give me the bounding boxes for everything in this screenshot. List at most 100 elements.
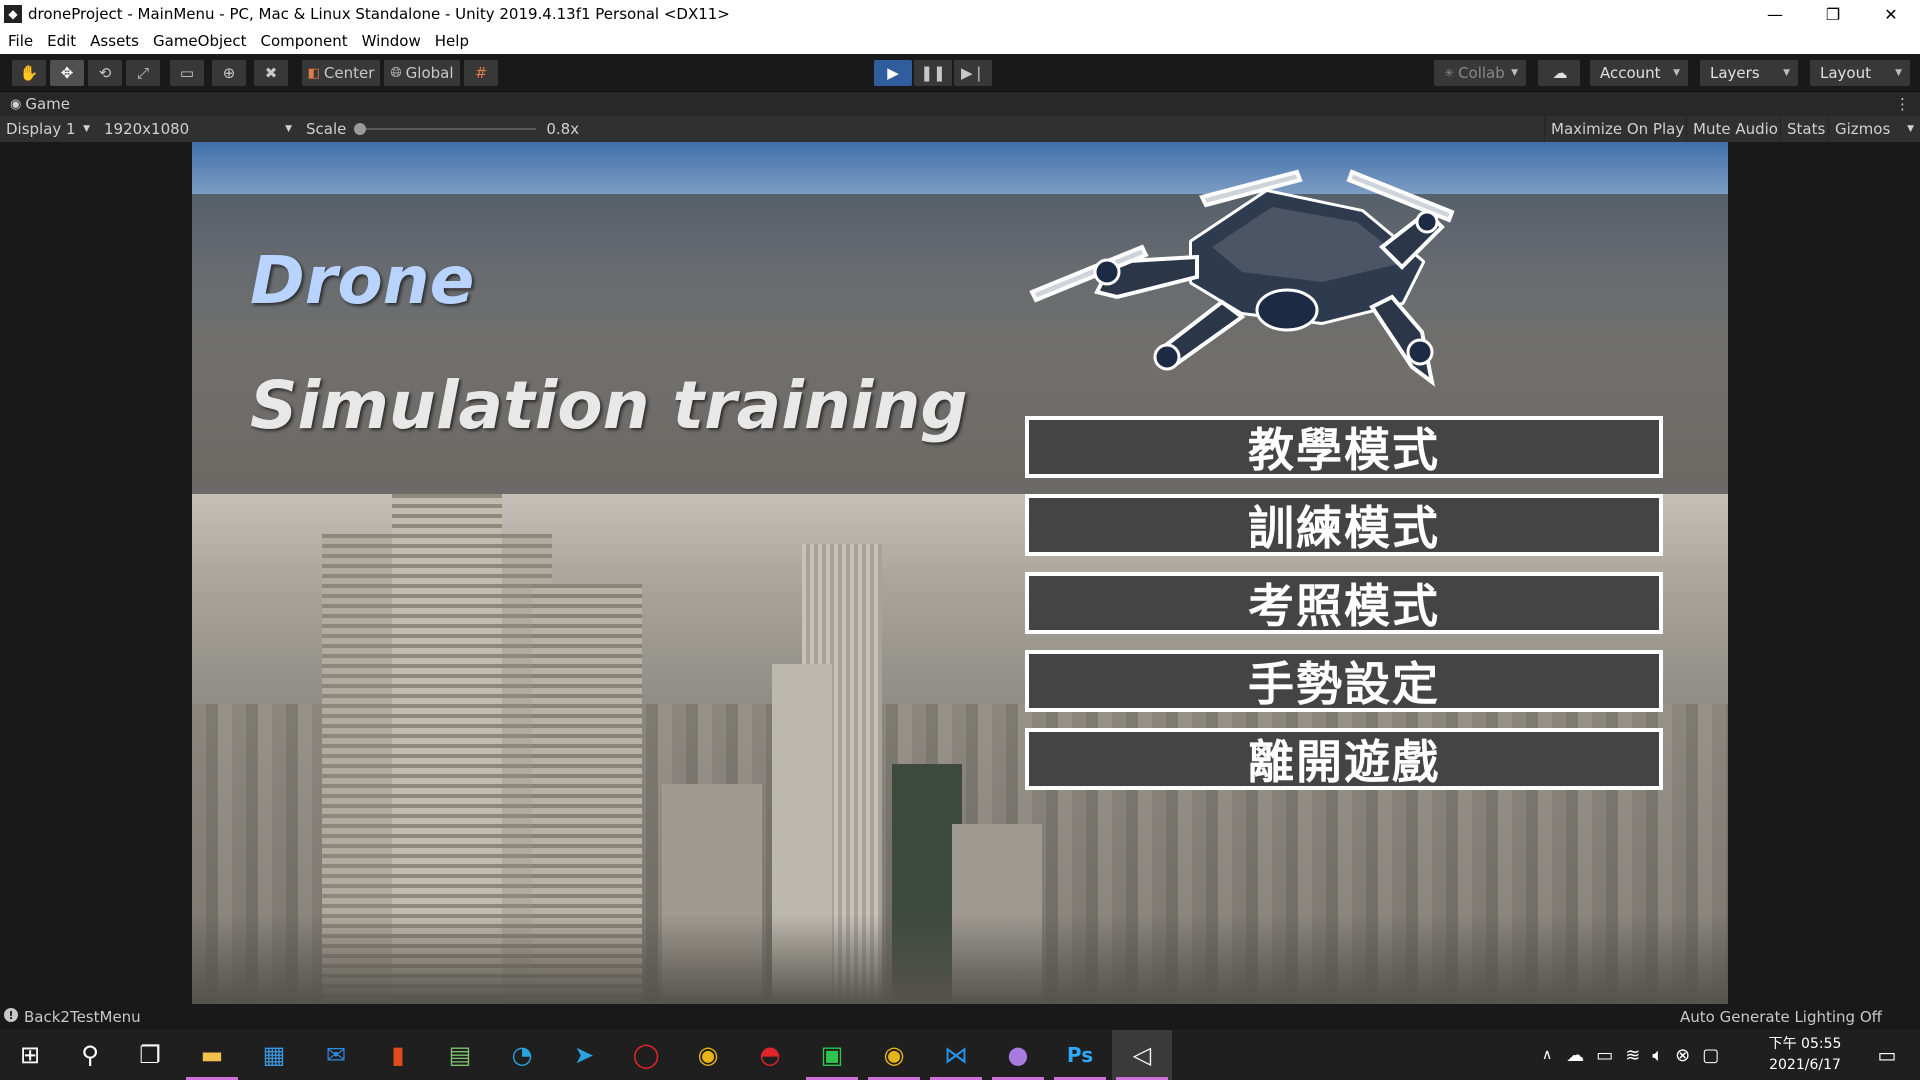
game-canvas: Drone Simulation training 教學模式 訓練模式 考照模式 <box>192 142 1728 1004</box>
menu-file[interactable]: File <box>0 32 39 50</box>
scale-slider[interactable]: Scale 0.8x <box>300 116 600 142</box>
collab-icon: ✳ <box>1444 66 1455 80</box>
chevron-down-icon: ▼ <box>1907 124 1914 134</box>
close-button[interactable]: ✕ <box>1862 0 1920 28</box>
chevron-down-icon: ▼ <box>1511 68 1518 78</box>
stats-toggle[interactable]: Stats <box>1780 116 1831 142</box>
stats-label: Stats <box>1787 120 1826 138</box>
collab-dropdown[interactable]: ✳ Collab ▼ <box>1434 60 1526 86</box>
notepad-icon[interactable]: ▤ <box>430 1030 490 1080</box>
office-icon[interactable]: ▮ <box>368 1030 428 1080</box>
chevron-down-icon: ▼ <box>83 124 90 134</box>
scale-handle[interactable] <box>354 123 367 135</box>
display-dropdown[interactable]: Display 1 ▼ <box>0 116 96 142</box>
grid-snap-icon[interactable]: # <box>464 60 498 86</box>
rect-tool-icon[interactable]: ▭ <box>170 60 204 86</box>
mute-audio-label: Mute Audio <box>1693 120 1778 138</box>
exit-game-button[interactable]: 離開遊戲 <box>1025 728 1663 790</box>
status-bar: ! Back2TestMenu Auto Generate Lighting O… <box>0 1004 1920 1030</box>
volume-icon[interactable]: 🔈︎ <box>1652 1045 1663 1066</box>
notes-icon[interactable]: ▢ <box>1702 1045 1719 1066</box>
layers-dropdown[interactable]: Layers ▼ <box>1700 60 1798 86</box>
menu-component[interactable]: Component <box>253 32 354 50</box>
github-icon[interactable]: ● <box>988 1030 1048 1080</box>
photoshop-icon[interactable]: Ps <box>1050 1030 1110 1080</box>
chevron-up-icon[interactable]: ∧ <box>1542 1047 1552 1063</box>
tab-game[interactable]: Game <box>25 95 70 113</box>
custom-tool-icon[interactable]: ✖ <box>254 60 288 86</box>
store-icon[interactable]: ▦ <box>244 1030 304 1080</box>
game-title-drone: Drone <box>250 242 475 319</box>
windows-start-icon[interactable]: ⊞ <box>0 1030 60 1080</box>
layout-dropdown[interactable]: Layout ▼ <box>1810 60 1910 86</box>
chevron-down-icon: ▼ <box>1895 68 1902 78</box>
move-tool-icon[interactable]: ✥ <box>50 60 84 86</box>
maximize-button[interactable]: ❐ <box>1804 0 1862 28</box>
account-label: Account <box>1600 64 1661 82</box>
hand-tool-icon[interactable]: ✋ <box>12 60 46 86</box>
clock[interactable]: 下午 05:55 2021/6/17 <box>1760 1034 1850 1076</box>
space-label: Global <box>405 64 454 82</box>
search-icon[interactable]: ⚲ <box>60 1030 120 1080</box>
chrome-icon[interactable]: ◉ <box>678 1030 738 1080</box>
vscode-icon[interactable]: ⋈ <box>926 1030 986 1080</box>
menu-edit[interactable]: Edit <box>39 32 82 50</box>
menu-assets[interactable]: Assets <box>82 32 145 50</box>
pause-button[interactable]: ❚❚ <box>914 60 952 86</box>
chevron-down-icon: ▼ <box>285 124 292 134</box>
opera-icon[interactable]: ◯ <box>616 1030 676 1080</box>
cloud-button[interactable]: ☁ <box>1538 60 1580 86</box>
teaching-mode-button[interactable]: 教學模式 <box>1025 416 1663 478</box>
scale-label: Scale <box>306 120 347 138</box>
unity-logo-icon: ◆ <box>4 5 22 23</box>
transform-tool-icon[interactable]: ⊕ <box>212 60 246 86</box>
onedrive-icon[interactable]: ☁ <box>1566 1045 1584 1066</box>
battery-icon[interactable]: ▭ <box>1596 1045 1613 1066</box>
game-tab-row: ◉ Game ⋮ <box>0 92 1920 116</box>
space-global-button[interactable]: 🌐︎ Global <box>384 60 460 86</box>
garena-icon[interactable]: ◓ <box>740 1030 800 1080</box>
wifi-icon[interactable]: ≋ <box>1625 1045 1640 1066</box>
tray-icons: ∧ ☁ ▭ ≋ 🔈︎ ⊗ ▢ <box>1542 1030 1731 1080</box>
game-controller-icon: ◉ <box>10 96 22 112</box>
scale-tool-icon[interactable]: ⤢ <box>126 60 160 86</box>
training-mode-button[interactable]: 訓練模式 <box>1025 494 1663 556</box>
unity-icon[interactable]: ◁ <box>1112 1030 1172 1080</box>
task-view-icon[interactable]: ❐ <box>120 1030 180 1080</box>
gizmos-label: Gizmos <box>1835 120 1891 138</box>
game-title-simulation: Simulation training <box>250 367 968 444</box>
pivot-icon: ◧ <box>307 65 320 81</box>
notification-icon[interactable]: ▭ <box>1862 1030 1912 1080</box>
maximize-on-play-label: Maximize On Play <box>1551 120 1685 138</box>
account-dropdown[interactable]: Account ▼ <box>1590 60 1688 86</box>
chevron-down-icon: ▼ <box>1783 68 1790 78</box>
menu-gameobject[interactable]: GameObject <box>145 32 253 50</box>
step-button[interactable]: ▶❘ <box>954 60 992 86</box>
menu-bar: File Edit Assets GameObject Component Wi… <box>0 28 1920 54</box>
minimize-button[interactable]: — <box>1746 0 1804 28</box>
menu-help[interactable]: Help <box>427 32 475 50</box>
resolution-dropdown[interactable]: 1920x1080 ▼ <box>98 116 298 142</box>
chrome-alt-icon[interactable]: ◉ <box>864 1030 924 1080</box>
mail-icon[interactable]: ✉ <box>306 1030 366 1080</box>
maximize-on-play-toggle[interactable]: Maximize On Play <box>1544 116 1690 142</box>
line-icon[interactable]: ▣ <box>802 1030 862 1080</box>
file-explorer-icon[interactable]: ▬ <box>182 1030 242 1080</box>
window-title: droneProject - MainMenu - PC, Mac & Linu… <box>28 5 730 23</box>
menu-window[interactable]: Window <box>354 32 427 50</box>
layout-label: Layout <box>1820 64 1871 82</box>
status-message[interactable]: Back2TestMenu <box>24 1008 141 1026</box>
network-off-icon[interactable]: ⊗ <box>1675 1045 1690 1066</box>
license-exam-mode-button[interactable]: 考照模式 <box>1025 572 1663 634</box>
telegram-icon[interactable]: ➤ <box>554 1030 614 1080</box>
pivot-center-button[interactable]: ◧ Center <box>302 60 380 86</box>
gizmos-dropdown[interactable]: Gizmos ▼ <box>1828 116 1920 142</box>
scale-track[interactable] <box>354 123 537 135</box>
edge-icon[interactable]: ◔ <box>492 1030 552 1080</box>
play-button[interactable]: ▶ <box>874 60 912 86</box>
rotate-tool-icon[interactable]: ⟲ <box>88 60 122 86</box>
more-options-icon[interactable]: ⋮ <box>1895 95 1910 113</box>
mute-audio-toggle[interactable]: Mute Audio <box>1686 116 1784 142</box>
resolution-label: 1920x1080 <box>104 120 190 138</box>
gesture-settings-button[interactable]: 手勢設定 <box>1025 650 1663 712</box>
